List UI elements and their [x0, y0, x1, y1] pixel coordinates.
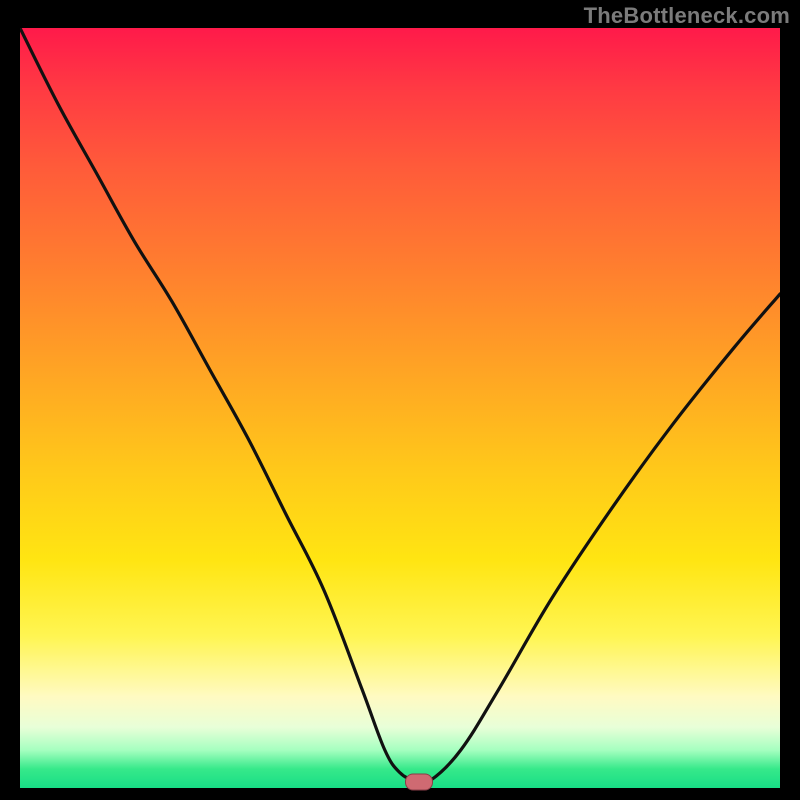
curve-layer [20, 28, 780, 788]
plot-area [20, 28, 780, 788]
optimum-marker [405, 773, 433, 790]
bottleneck-curve [20, 28, 780, 783]
chart-stage: TheBottleneck.com [0, 0, 800, 800]
watermark-text: TheBottleneck.com [584, 3, 790, 29]
